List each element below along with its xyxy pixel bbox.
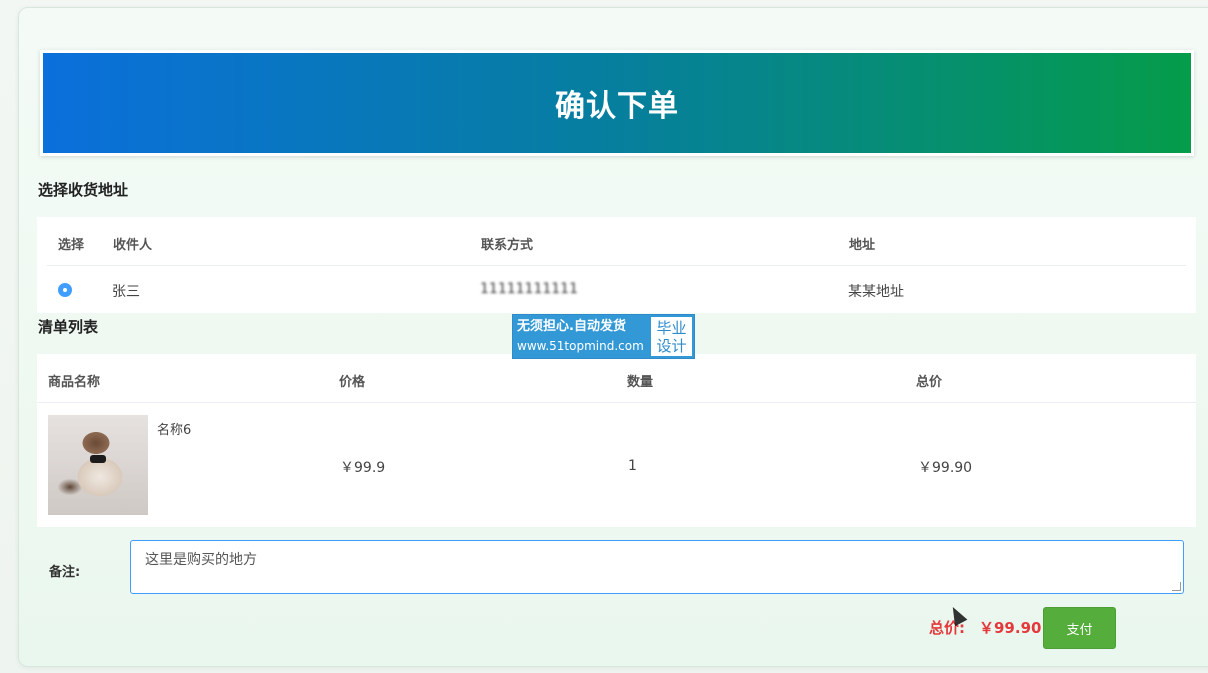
watermark-side1: 毕业 (656, 318, 687, 337)
address-section-title: 选择收货地址 (38, 181, 129, 199)
product-quantity: 1 (628, 458, 637, 474)
watermark-line1: 无须担心.自动发货 (517, 319, 626, 334)
cart-table: 商品名称 价格 数量 总价 名称6 ￥99.9 1 ￥99.90 (37, 354, 1196, 527)
divider (37, 402, 1196, 403)
cart-section-title: 清单列表 (38, 318, 99, 336)
cart-col-total: 总价 (916, 375, 943, 390)
product-name: 名称6 (157, 423, 192, 438)
cart-col-quantity: 数量 (627, 375, 654, 390)
watermark-badge: 无须担心.自动发货 www.51topmind.com 毕业 设计 (512, 314, 695, 359)
watermark-side2: 设计 (656, 336, 687, 355)
header-banner: 确认下单 (40, 50, 1194, 156)
address-col-select: 选择 (58, 238, 85, 253)
cart-col-name: 商品名称 (48, 375, 101, 390)
address-text: 某某地址 (848, 284, 904, 300)
address-table: 选择 收件人 联系方式 地址 张三 11111111111 某某地址 (37, 217, 1196, 313)
remark-textarea[interactable]: 这里是购买的地方 (130, 540, 1184, 594)
resize-handle-icon[interactable] (1172, 582, 1181, 591)
pay-button[interactable]: 支付 (1043, 607, 1116, 649)
remark-value: 这里是购买的地方 (145, 552, 257, 568)
address-col-address: 地址 (849, 238, 876, 253)
total-value: ￥99.90 (979, 619, 1042, 637)
address-recipient: 张三 (112, 284, 140, 300)
remark-label: 备注: (49, 565, 81, 580)
watermark-line2: www.51topmind.com (517, 339, 644, 353)
cart-col-price: 价格 (339, 375, 366, 390)
address-col-recipient: 收件人 (113, 238, 153, 253)
address-phone: 11111111111 (480, 281, 578, 297)
product-price: ￥99.9 (340, 460, 386, 476)
address-col-phone: 联系方式 (481, 238, 534, 253)
divider (47, 265, 1186, 266)
page-title: 确认下单 (555, 89, 679, 124)
product-image[interactable] (48, 415, 148, 515)
product-subtotal: ￥99.90 (918, 460, 973, 476)
address-radio-icon[interactable] (58, 283, 72, 297)
